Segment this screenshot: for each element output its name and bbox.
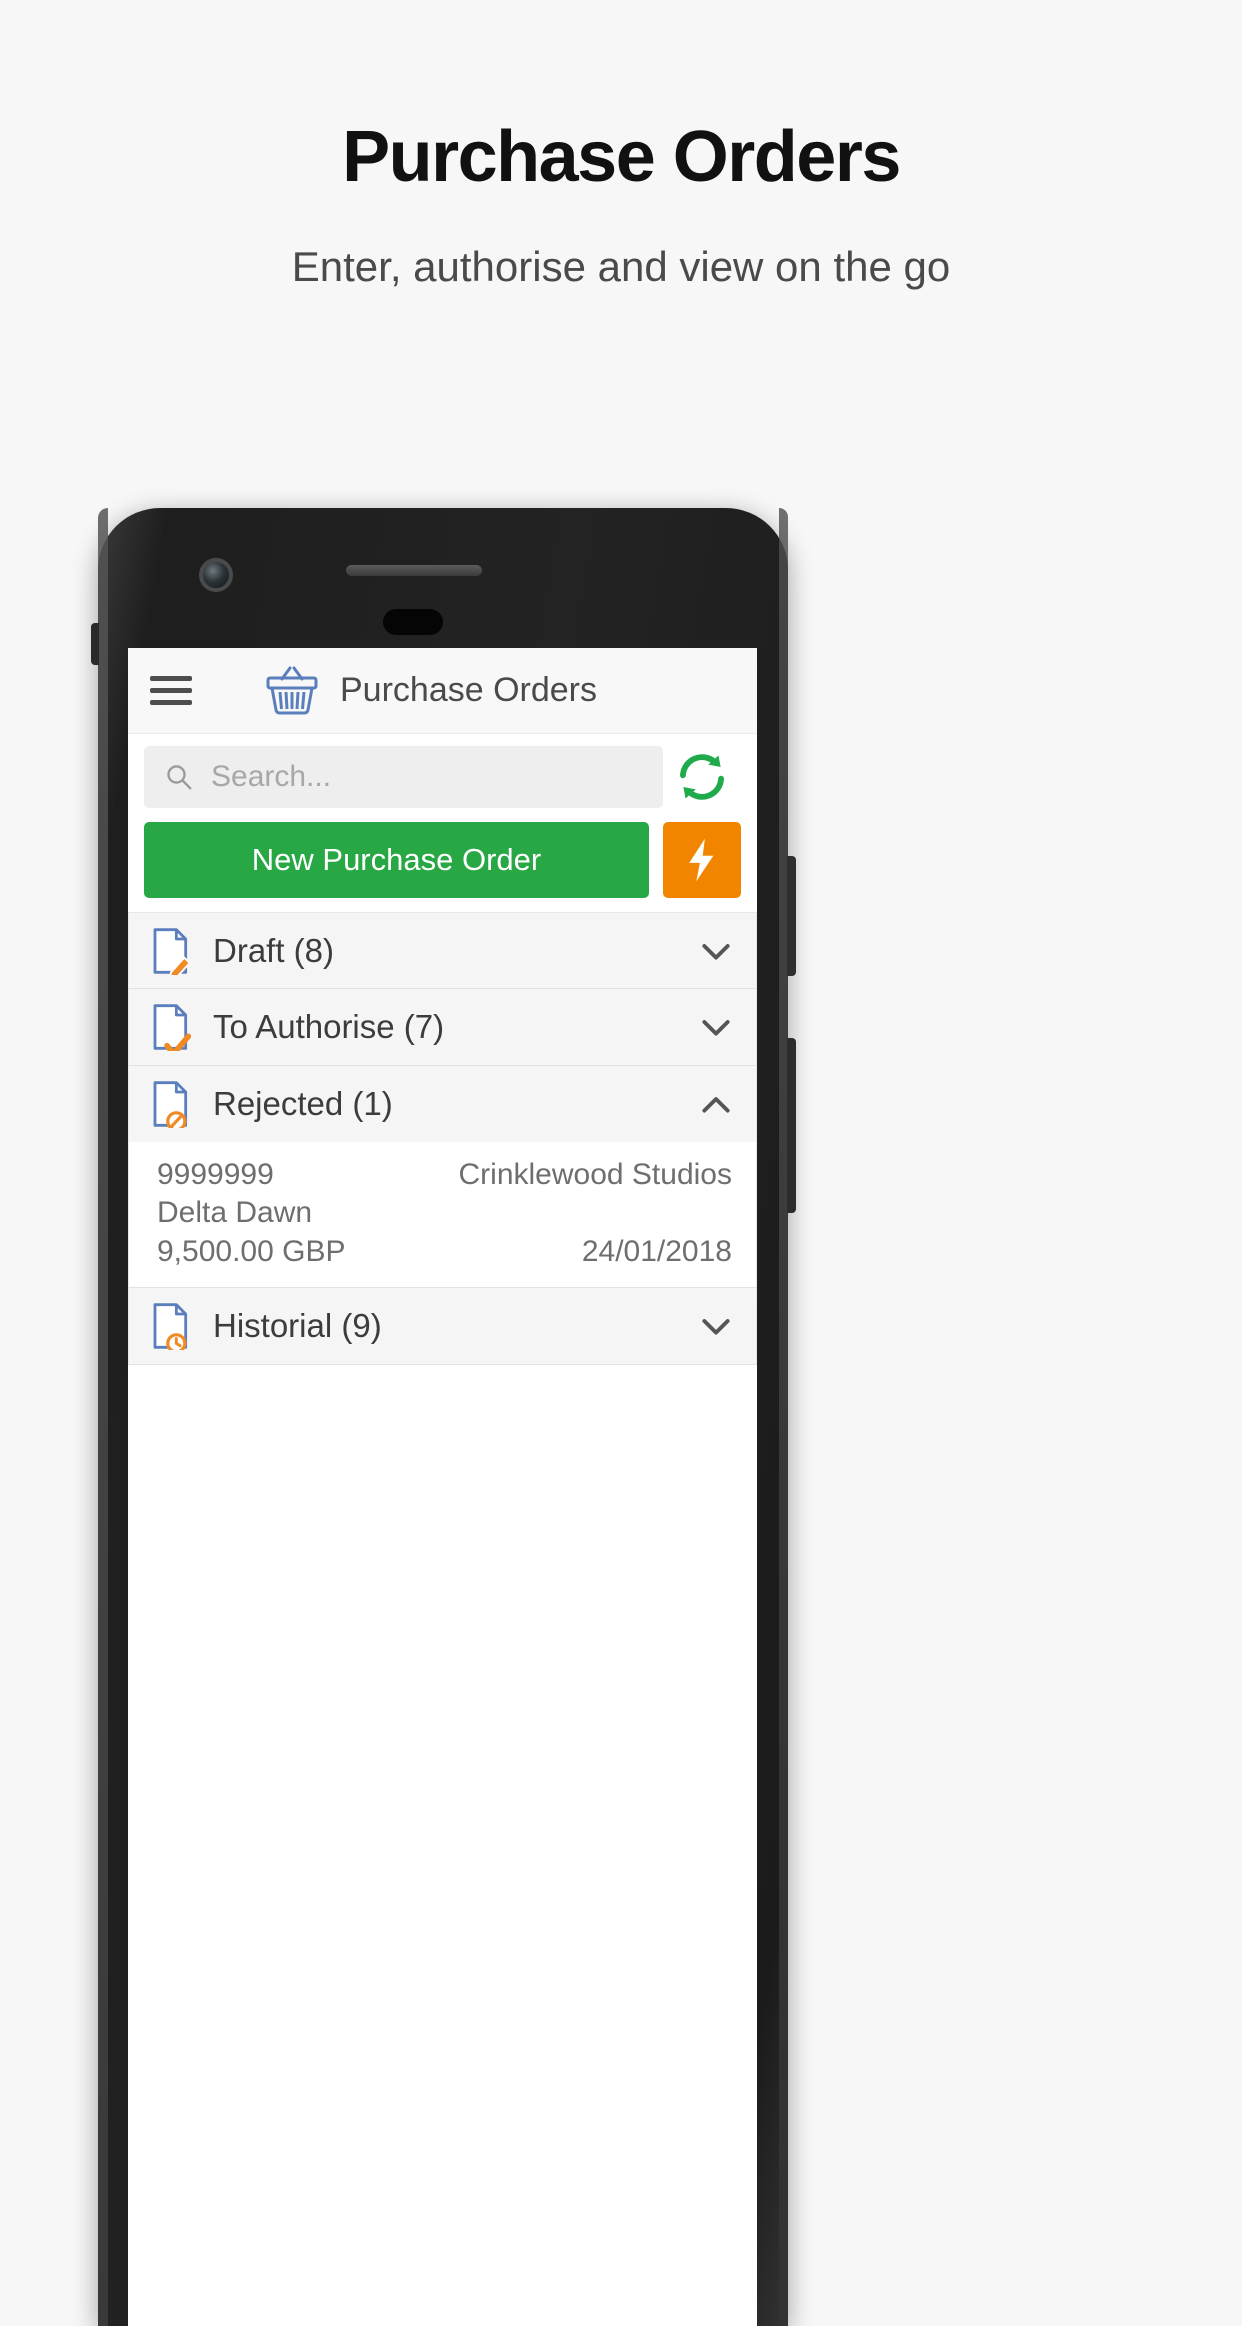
- order-row[interactable]: 9999999 Crinklewood Studios Delta Dawn 9…: [157, 1156, 732, 1271]
- app-bar-title: Purchase Orders: [340, 671, 597, 709]
- refresh-icon: [680, 754, 724, 800]
- search-row: Search...: [128, 734, 757, 818]
- page-title: Purchase Orders: [342, 117, 901, 197]
- order-number: 9999999: [157, 1158, 274, 1191]
- chevron-down-icon[interactable]: [696, 1306, 736, 1346]
- document-pencil-icon: [153, 927, 191, 975]
- app-screen: Purchase Orders Search... New Purchase O…: [128, 648, 757, 2326]
- proximity-sensor: [383, 609, 443, 635]
- quick-action-button[interactable]: [663, 822, 741, 898]
- app-bar: Purchase Orders: [128, 648, 757, 734]
- section-historial: Historial (9): [128, 1288, 757, 1366]
- section-header-rejected[interactable]: Rejected (1): [128, 1066, 757, 1142]
- chevron-down-icon[interactable]: [696, 931, 736, 971]
- section-rejected: Rejected (1) 9999999 Crinklewood Studios…: [128, 1066, 757, 1289]
- phone-mockup: Purchase Orders Search... New Purchase O…: [91, 508, 796, 2326]
- order-list-rejected: 9999999 Crinklewood Studios Delta Dawn 9…: [128, 1142, 757, 1288]
- phone-volume-button: [787, 856, 796, 976]
- hamburger-menu-icon[interactable]: [150, 669, 192, 712]
- section-header-draft[interactable]: Draft (8): [128, 912, 757, 988]
- phone-right-edge: [779, 508, 788, 2326]
- phone-left-edge: [98, 508, 108, 2326]
- new-purchase-order-button[interactable]: New Purchase Order: [144, 822, 649, 898]
- shopping-basket-icon: [264, 665, 320, 717]
- order-amount: 9,500.00 GBP: [157, 1234, 346, 1268]
- section-draft: Draft (8): [128, 912, 757, 989]
- search-icon: [167, 765, 192, 790]
- refresh-button[interactable]: [663, 751, 741, 803]
- phone-power-button: [787, 1038, 796, 1213]
- phone-left-button: [91, 623, 99, 665]
- front-camera-icon: [199, 558, 233, 592]
- search-input[interactable]: Search...: [144, 746, 663, 808]
- order-date: 24/01/2018: [581, 1234, 732, 1268]
- page-subtitle: Enter, authorise and view on the go: [291, 243, 951, 291]
- section-label: Rejected (1): [213, 1085, 393, 1122]
- chevron-down-icon[interactable]: [696, 1007, 736, 1047]
- document-clock-icon: [153, 1303, 188, 1351]
- lightning-bolt-icon: [689, 838, 714, 882]
- action-row: New Purchase Order: [128, 818, 757, 912]
- earpiece-speaker: [346, 565, 482, 576]
- section-header-to-authorise[interactable]: To Authorise (7): [128, 989, 757, 1065]
- section-label: Historial (9): [213, 1307, 382, 1345]
- order-supplier: Crinklewood Studios: [458, 1158, 732, 1191]
- section-to-authorise: To Authorise (7): [128, 989, 757, 1066]
- document-blocked-icon: [153, 1081, 188, 1128]
- document-check-icon: [153, 1004, 191, 1051]
- section-label: Draft (8): [213, 931, 335, 969]
- section-label: To Authorise (7): [213, 1008, 445, 1045]
- section-header-historial[interactable]: Historial (9): [128, 1288, 757, 1365]
- search-placeholder: Search...: [211, 760, 332, 793]
- order-description: Delta Dawn: [157, 1196, 313, 1230]
- chevron-up-icon[interactable]: [696, 1084, 736, 1124]
